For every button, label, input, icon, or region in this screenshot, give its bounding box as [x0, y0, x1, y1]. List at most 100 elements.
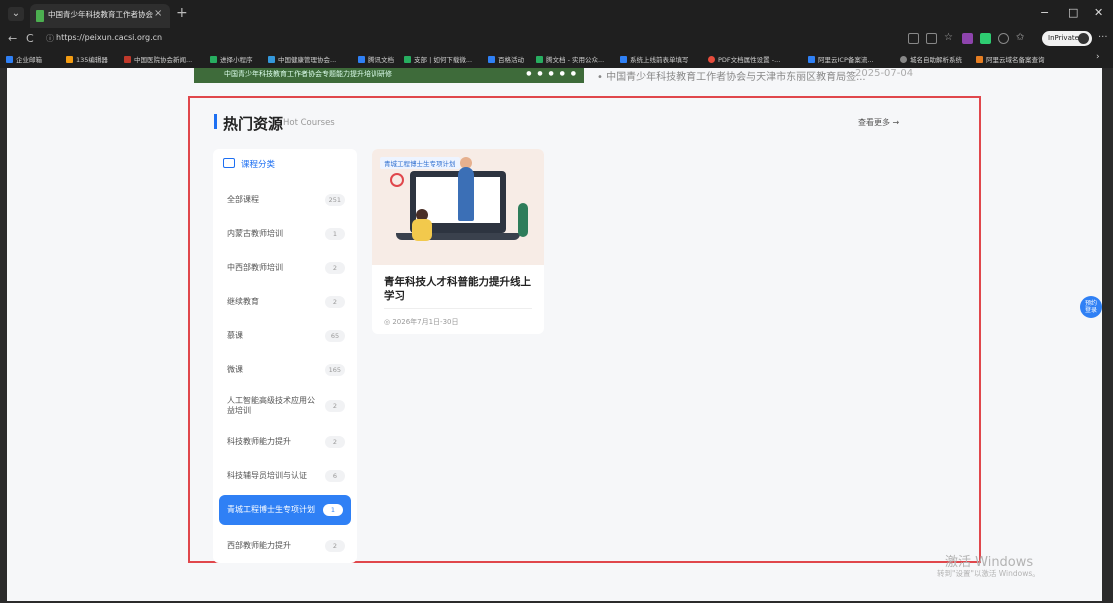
minimize-icon[interactable]: − [1040, 6, 1049, 19]
category-item[interactable]: 内蒙古教师培训 1 [213, 217, 357, 251]
category-item[interactable]: 慕课 65 [213, 319, 357, 353]
bookmark-item[interactable]: PDF文档属性设置 -... [708, 54, 780, 64]
course-title[interactable]: 青年科技人才科普能力提升线上学习 [384, 275, 534, 303]
category-item-active[interactable]: 青城工程博士生专项计划 1 [219, 495, 351, 525]
favorite-star-icon[interactable]: ☆ [944, 33, 955, 44]
book-icon [223, 158, 235, 168]
category-label: 继续教育 [227, 297, 259, 306]
category-label: 中西部教师培训 [227, 263, 283, 272]
category-count: 65 [325, 330, 345, 342]
float-line-1: 预约 [1084, 300, 1097, 307]
category-count: 2 [325, 436, 345, 448]
bookmark-item[interactable]: 百格活动 [488, 54, 524, 64]
course-thumbnail: 青城工程博士生专项计划 [372, 149, 544, 265]
browser-tabbar: ⌄ 中国青少年科技教育工作者协会 × + − □ ✕ [0, 0, 1113, 28]
card-divider [384, 308, 532, 309]
bookmark-item[interactable]: 进择小程序 [210, 54, 253, 64]
carousel-dots[interactable]: ● ● ● ● ● [526, 70, 578, 77]
category-label: 科技教师能力提升 [227, 437, 291, 446]
category-label: 慕课 [227, 331, 243, 340]
refresh-icon[interactable]: C [26, 32, 34, 45]
extension-icon[interactable] [962, 33, 973, 44]
course-tag: 青城工程博士生专项计划 [380, 157, 460, 169]
restore-icon[interactable]: □ [1068, 6, 1078, 19]
window-close-icon[interactable]: ✕ [1094, 6, 1103, 19]
section-accent-bar [214, 114, 217, 129]
bookmark-item[interactable]: 腾讯文档 [358, 54, 394, 64]
address-bar: ← C ⓘ https://peixun.cacsi.org.cn ☆ ✩ In… [0, 28, 1113, 50]
category-header-label: 课程分类 [241, 160, 276, 170]
view-more-link[interactable]: 查看更多 → [858, 117, 899, 128]
browser-tab[interactable]: 中国青少年科技教育工作者协会 × [30, 4, 170, 28]
reader-icon[interactable] [908, 33, 919, 44]
category-count: 2 [325, 400, 345, 412]
clock-icon [390, 173, 404, 187]
site-favicon-icon [36, 10, 44, 22]
favorites-icon[interactable]: ✩ [1016, 33, 1027, 44]
news-link[interactable]: • 中国青少年科技教育工作者协会与天津市东丽区教育局签... [597, 68, 866, 83]
banner-carousel[interactable]: 中国青少年科技教育工作者协会专题能力提升培训研修 ● ● ● ● ● [194, 68, 584, 83]
url-field[interactable]: https://peixun.cacsi.org.cn [56, 33, 162, 42]
bookmark-item[interactable]: 135编辑器 [66, 54, 108, 64]
bookmark-item[interactable]: 阿里云域名备案查询 [976, 54, 1045, 64]
inprivate-label: InPrivate [1048, 34, 1079, 42]
split-screen-icon[interactable] [926, 33, 937, 44]
category-count: 1 [323, 504, 343, 516]
bookmarks-bar: 企业邮箱 135编辑器 中国医院协会新闻... 进择小程序 中国健康管理协会..… [0, 50, 1113, 68]
bookmark-item[interactable]: 中国健康管理协会... [268, 54, 336, 64]
category-item[interactable]: 科技教师能力提升 2 [213, 425, 357, 459]
category-item[interactable]: 科技辅导员培训与认证 6 [213, 459, 357, 493]
bookmarks-overflow-icon[interactable]: › [1096, 52, 1100, 62]
tab-close-icon[interactable]: × [154, 8, 162, 19]
category-label: 全部课程 [227, 195, 259, 204]
news-date: 2025-07-04 [855, 68, 914, 79]
category-label: 科技辅导员培训与认证 [227, 471, 307, 480]
bookmark-item[interactable]: 腾文档 - 实用公众... [536, 54, 604, 64]
banner-text: 中国青少年科技教育工作者协会专题能力提升培训研修 [224, 70, 392, 78]
category-label: 内蒙古教师培训 [227, 229, 283, 238]
info-icon[interactable]: ⓘ [46, 33, 54, 44]
category-label: 西部教师能力提升 [227, 541, 291, 550]
section-title: 热门资源 [223, 115, 284, 133]
new-tab-icon[interactable]: + [176, 5, 188, 21]
inprivate-badge[interactable]: InPrivate [1042, 31, 1092, 46]
bookmark-item[interactable]: 城名自助解析系统 [900, 54, 962, 64]
category-header: 课程分类 [213, 149, 357, 177]
category-label: 微课 [227, 365, 243, 374]
tab-actions-chevron-icon[interactable]: ⌄ [8, 7, 24, 21]
floating-login-button[interactable]: 预约 登录 [1080, 296, 1102, 318]
category-item[interactable]: 微课 165 [213, 353, 357, 387]
category-count: 2 [325, 540, 345, 552]
profile-avatar-icon [1078, 33, 1089, 44]
category-count: 2 [325, 262, 345, 274]
category-count: 165 [324, 364, 345, 376]
student-figure [412, 219, 432, 241]
more-menu-icon[interactable]: ··· [1098, 32, 1108, 43]
category-count: 2 [325, 296, 345, 308]
course-card[interactable]: 青城工程博士生专项计划 青年科技人才科普能力提升线上学习 ◎ 2026年7月1日… [372, 149, 544, 334]
bookmark-item[interactable]: 企业邮箱 [6, 54, 42, 64]
teacher-figure [458, 167, 474, 221]
copilot-icon[interactable] [998, 33, 1009, 44]
category-item[interactable]: 继续教育 2 [213, 285, 357, 319]
category-item[interactable]: 全部课程 251 [213, 183, 357, 217]
page-content: 中国青少年科技教育工作者协会专题能力提升培训研修 ● ● ● ● ● • 中国青… [7, 68, 1102, 601]
extension-green-icon[interactable] [980, 33, 991, 44]
windows-activation-subtitle: 转到"设置"以激活 Windows。 [937, 569, 1040, 578]
category-sidebar: 课程分类 全部课程 251 内蒙古教师培训 1 中西部教师培训 2 继续教育 2… [213, 149, 357, 563]
category-item[interactable]: 西部教师能力提升 2 [213, 529, 357, 563]
category-label: 人工智能高级技术应用公益培训 [227, 396, 315, 415]
category-count: 6 [325, 470, 345, 482]
category-count: 251 [324, 194, 345, 206]
bookmark-item[interactable]: 阿里云ICP备案流... [808, 54, 874, 64]
category-item[interactable]: 中西部教师培训 2 [213, 251, 357, 285]
bookmark-item[interactable]: 中国医院协会新闻... [124, 54, 192, 64]
tab-title: 中国青少年科技教育工作者协会 [48, 10, 153, 19]
category-item[interactable]: 人工智能高级技术应用公益培训 2 [213, 387, 357, 425]
course-date: ◎ 2026年7月1日-30日 [384, 318, 459, 326]
back-icon[interactable]: ← [8, 32, 17, 45]
bookmark-item[interactable]: 支部 | 如何下载微... [404, 54, 472, 64]
category-count: 1 [325, 228, 345, 240]
bookmark-item[interactable]: 系统上线前表单填写 [620, 54, 689, 64]
float-line-2: 登录 [1084, 307, 1097, 314]
